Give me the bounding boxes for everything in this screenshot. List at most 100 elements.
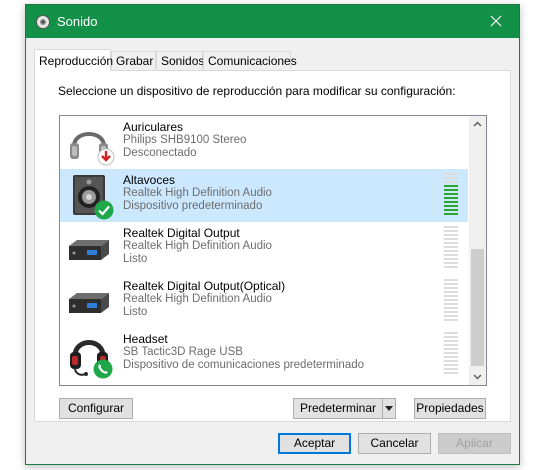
meter-segment [444,348,458,350]
sound-dialog: Sonido Reproducción Grabar Sonidos Comun… [25,4,520,465]
device-name: Realtek Digital Output(Optical) [123,279,286,293]
meter-segment [444,336,458,338]
tab-sounds[interactable]: Sonidos [156,51,204,69]
properties-button[interactable]: Propiedades [414,398,486,419]
device-row-auriculares[interactable]: Auriculares Philips SHB9100 Stereo Desco… [60,116,468,169]
meter-segment [444,291,458,293]
meter-segment [444,319,458,321]
meter-segment [444,368,458,370]
device-row-digital-output[interactable]: Realtek Digital Output Realtek High Defi… [60,222,468,275]
digital-output-icon [69,240,109,260]
meter-segment [444,266,458,268]
meter-segment [444,283,458,285]
device-row-altavoces[interactable]: Altavoces Realtek High Definition Audio … [60,169,468,222]
set-default-button[interactable]: Predeterminar [293,398,383,419]
meter-segment [444,352,458,354]
device-description: Philips SHB9100 Stereo [123,134,247,146]
device-name: Altavoces [123,173,176,187]
meter-segment [444,356,458,358]
sound-app-icon [36,15,50,29]
meter-segment [444,364,458,366]
device-description: SB Tactic3D Rage USB [123,346,243,358]
title-bar[interactable]: Sonido [26,5,519,38]
close-icon [490,15,502,27]
cancel-button[interactable]: Cancelar [358,433,431,454]
tab-communications[interactable]: Comunicaciones [203,51,297,69]
window-title: Sonido [57,14,98,29]
device-list[interactable]: Auriculares Philips SHB9100 Stereo Desco… [59,115,487,386]
device-status: Dispositivo predeterminado [123,200,263,212]
meter-segment [444,193,458,195]
volume-meter [444,173,458,217]
meter-segment [444,189,458,191]
meter-segment [444,279,458,281]
meter-segment [444,234,458,236]
playback-panel: Seleccione un dispositivo de reproducció… [34,70,511,422]
meter-segment [444,299,458,301]
meter-segment [444,311,458,313]
default-check-icon [94,200,114,220]
instruction-text: Seleccione un dispositivo de reproducció… [58,84,456,98]
meter-segment [444,246,458,248]
ok-button[interactable]: Aceptar [278,433,351,454]
device-name: Headset [123,332,168,346]
device-description: Realtek High Definition Audio [123,293,272,305]
device-list-scrollbar[interactable] [469,116,486,385]
meter-segment [444,332,458,334]
device-description: Realtek High Definition Audio [123,187,272,199]
device-status: Desconectado [123,147,197,159]
set-default-dropdown[interactable] [382,398,396,419]
volume-meter [444,226,458,270]
device-name: Realtek Digital Output [123,226,240,240]
meter-segment [444,197,458,199]
meter-segment [444,181,458,183]
device-status: Dispositivo de comunicaciones predetermi… [123,359,364,371]
meter-segment [444,242,458,244]
disconnected-arrow-icon [97,148,115,166]
meter-segment [444,185,458,187]
device-row-headset[interactable]: Headset SB Tactic3D Rage USB Dispositivo… [60,328,468,381]
chevron-down-icon [473,374,482,380]
meter-segment [444,372,458,374]
scroll-down-button[interactable] [469,368,486,385]
meter-segment [444,201,458,203]
device-status: Listo [123,253,148,265]
meter-segment [444,340,458,342]
device-status: Listo [123,306,148,318]
meter-segment [444,230,458,232]
meter-segment [444,209,458,211]
tab-recording[interactable]: Grabar [111,51,156,69]
meter-segment [444,287,458,289]
meter-segment [444,238,458,240]
apply-button[interactable]: Aplicar [438,433,511,454]
meter-segment [444,344,458,346]
tab-playback[interactable]: Reproducción [34,49,113,71]
meter-segment [444,307,458,309]
device-name: Auriculares [123,120,184,134]
scroll-up-button[interactable] [469,116,486,133]
volume-meter [444,279,458,323]
meter-segment [444,315,458,317]
meter-segment [444,295,458,297]
configure-button[interactable]: Configurar [59,398,133,419]
meter-segment [444,173,458,175]
meter-segment [444,205,458,207]
meter-segment [444,250,458,252]
device-description: Realtek High Definition Audio [123,240,272,252]
communications-phone-icon [93,359,113,379]
volume-meter [444,332,458,376]
meter-segment [444,254,458,256]
meter-segment [444,213,458,215]
meter-segment [444,177,458,179]
meter-segment [444,262,458,264]
digital-output-icon [69,293,109,313]
chevron-down-icon [385,406,393,411]
meter-segment [444,258,458,260]
meter-segment [444,360,458,362]
scrollbar-thumb[interactable] [471,249,484,366]
chevron-up-icon [473,121,482,127]
device-row-digital-output-optical[interactable]: Realtek Digital Output(Optical) Realtek … [60,275,468,328]
close-button[interactable] [475,5,519,38]
meter-segment [444,303,458,305]
meter-segment [444,226,458,228]
